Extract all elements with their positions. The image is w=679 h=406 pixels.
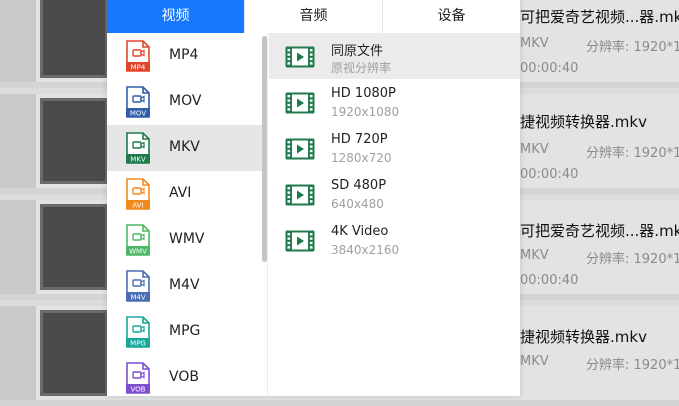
file-duration: 00:00:40 [520, 167, 579, 182]
tab-video[interactable]: 视频 [107, 0, 245, 33]
file-avi-icon: AVI [126, 178, 150, 210]
video-thumbnail [40, 98, 108, 184]
svg-text:VOB: VOB [131, 385, 146, 393]
file-resolution: 分辨率: 1920*108 [586, 146, 679, 161]
film-icon [285, 138, 315, 160]
format-item-vob[interactable]: VOB VOB [107, 355, 267, 396]
resolution-size: 1280x720 [331, 151, 392, 165]
file-duration: 00:00:40 [520, 61, 579, 76]
film-icon [285, 92, 315, 114]
file-resolution: 分辨率: 1920*108 [586, 358, 679, 373]
svg-text:MP4: MP4 [131, 63, 146, 71]
format-label: MP4 [169, 47, 199, 63]
tab-device[interactable]: 设备 [383, 0, 520, 33]
file-mkv-icon: MKV [126, 132, 150, 164]
format-label: MKV [169, 139, 200, 155]
svg-text:MPG: MPG [130, 339, 146, 347]
resolution-item[interactable]: HD 1080P 1920x1080 [269, 79, 520, 125]
format-label: MPG [169, 323, 201, 339]
resolution-name: 同原文件 [331, 44, 384, 59]
resolution-item[interactable]: HD 720P 1280x720 [269, 125, 520, 171]
resolution-item[interactable]: 同原文件 原视分辨率 [269, 33, 520, 79]
file-wmv-icon: WMV [126, 224, 150, 256]
file-resolution: 分辨率: 1920*108 [586, 40, 679, 55]
panel-divider [267, 33, 268, 396]
resolution-name: HD 1080P [331, 86, 396, 101]
resolution-item[interactable]: 4K Video 3840x2160 [269, 217, 520, 263]
svg-text:M4V: M4V [130, 293, 145, 301]
svg-text:MKV: MKV [130, 155, 146, 163]
resolution-size: 原视分辨率 [331, 61, 392, 75]
tab-audio[interactable]: 音频 [245, 0, 383, 33]
file-format: MKV [520, 142, 549, 157]
format-item-mkv[interactable]: MKV MKV [107, 125, 267, 171]
format-item-wmv[interactable]: WMV WMV [107, 217, 267, 263]
resolution-size: 3840x2160 [331, 243, 400, 257]
svg-text:AVI: AVI [132, 201, 143, 209]
resolution-name: SD 480P [331, 178, 387, 193]
file-m4v-icon: M4V [126, 270, 150, 302]
file-title: 可把爱奇艺视频...器.mkv [520, 222, 679, 240]
format-label: AVI [169, 185, 192, 201]
format-item-mp4[interactable]: MP4 MP4 [107, 33, 267, 79]
format-item-mpg[interactable]: MPG MPG [107, 309, 267, 355]
file-title: 可把爱奇艺视频...器.mkv [520, 8, 679, 26]
video-thumbnail [40, 204, 108, 290]
format-label: MOV [169, 93, 202, 109]
format-label: M4V [169, 277, 200, 293]
file-title: 捷视频转换器.mkv [520, 328, 647, 346]
format-label: WMV [169, 231, 205, 247]
resolution-size: 640x480 [331, 197, 384, 211]
file-format: MKV [520, 354, 549, 369]
resolution-name: HD 720P [331, 132, 388, 147]
file-mp4-icon: MP4 [126, 40, 150, 72]
row-strip [0, 94, 36, 188]
format-item-mov[interactable]: MOV MOV [107, 79, 267, 125]
format-label: VOB [169, 369, 199, 385]
resolution-list: 同原文件原视分辨率 HD 1080P 1920x1080 HD 720P 1280x72… [269, 33, 520, 396]
file-format: MKV [520, 248, 549, 263]
file-mov-icon: MOV [126, 86, 150, 118]
svg-text:MOV: MOV [130, 109, 146, 117]
format-tabs: 视频 音频 设备 [107, 0, 520, 33]
row-strip [0, 0, 36, 82]
file-vob-icon: VOB [126, 362, 150, 394]
format-item-avi[interactable]: AVI AVI [107, 171, 267, 217]
resolution-item[interactable]: SD 480P 640x480 [269, 171, 520, 217]
file-mpg-icon: MPG [126, 316, 150, 348]
resolution-size: 1920x1080 [331, 105, 400, 119]
film-icon [285, 230, 315, 252]
video-thumbnail [40, 310, 108, 396]
resolution-name: 4K Video [331, 224, 389, 239]
row-strip [0, 200, 36, 294]
file-title: 捷视频转换器.mkv [520, 113, 647, 131]
format-list: MP4 MP4 MOV MOV MKV MKV AVI AVI WMV WMV M4V M4V MPG M… [107, 33, 267, 396]
row-strip [0, 306, 36, 400]
file-format: MKV [520, 36, 549, 51]
film-icon [285, 184, 315, 206]
file-duration: 00:00:40 [520, 273, 579, 288]
output-format-popup: 视频 音频 设备 MP4 MP4 MOV MOV MKV MKV AVI AVI WMV WMV M… [107, 0, 520, 396]
format-item-m4v[interactable]: M4V M4V [107, 263, 267, 309]
video-thumbnail [40, 0, 108, 78]
film-icon [285, 46, 315, 68]
file-resolution: 分辨率: 1920*108 [586, 252, 679, 267]
svg-text:WMV: WMV [129, 247, 147, 255]
